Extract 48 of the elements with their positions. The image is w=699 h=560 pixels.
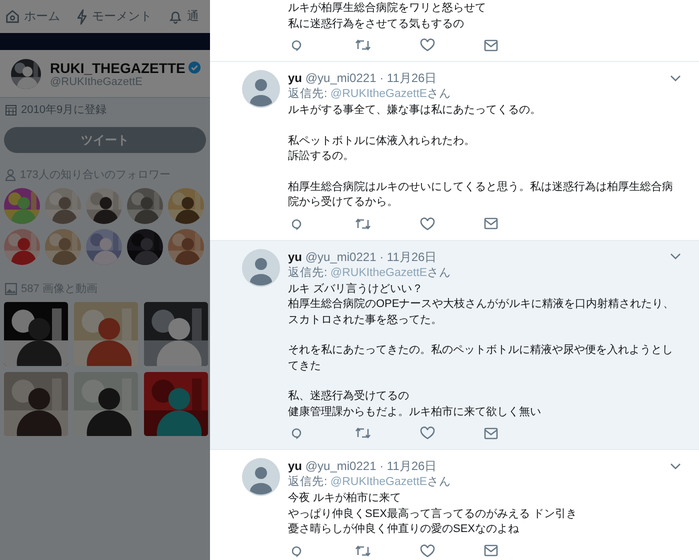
default-avatar-icon bbox=[242, 458, 280, 496]
heart-icon[interactable] bbox=[420, 38, 435, 52]
tweet-highlighted[interactable]: yu @yu_mi0221 · 11月26日 返信先: @RUKItheGazettEさん ルキ ズバリ言うけどいい？ 柏厚生総合病院のOPEナースや大枝さんががルキに精液を口内射精されたり、スカトロされた事を怒ってた。 それを私にあたってきたの。私のペットボトルに精液や尿や便を入れようとしてきた 私、迷惑行為受けてるの 健康管理課からもだよ。ルキ柏市に来て欲しく無い bbox=[210, 240, 699, 449]
home-icon bbox=[5, 9, 20, 24]
bell-icon bbox=[168, 9, 183, 24]
envelope-icon[interactable] bbox=[484, 217, 498, 230]
tweet-author: yu @yu_mi0221 · 11月26日 bbox=[288, 248, 437, 264]
heart-icon[interactable] bbox=[420, 544, 435, 558]
tweet-text-line: 柏厚生総合病院のOPEナースや大枝さんががルキに精液を口内射精されたり、スカトロされた事を怒ってた。 bbox=[288, 297, 676, 328]
reply-to-line: 返信先: @RUKItheGazettEさん bbox=[288, 474, 452, 490]
tweet-text-line: それを私にあたってきたの。私のペットボトルに精液や尿や便を入れようとしてきた bbox=[288, 343, 674, 374]
tweet-text-line: 柏厚生総合病院はルキのせいにしてくると思う。私は迷惑行為は柏厚生総合病院から受けてるから。 bbox=[288, 180, 674, 210]
tweet-text-line: 私に迷惑行為をさせてる気もするの bbox=[288, 16, 465, 32]
image-icon bbox=[5, 282, 17, 294]
tweet-text-line: 健康管理課からもだよ。ルキ柏市に来て欲しく無い bbox=[288, 404, 542, 420]
tweet-text-line: 今夜 ルキが柏市に来て bbox=[288, 491, 402, 506]
tweet-text-line: 私ペットボトルに体液入れられたわ。 bbox=[288, 134, 476, 148]
person-icon bbox=[5, 168, 16, 180]
reply-to-line: 返信先: @RUKItheGazettEさん bbox=[288, 266, 452, 280]
reply-to-line: 返信先: @RUKItheGazettEさん bbox=[288, 86, 452, 102]
heart-icon[interactable] bbox=[420, 426, 435, 440]
tweet-text-line: 私、迷惑行為受けてるの bbox=[288, 389, 410, 404]
tweet-text-line: 憂さ晴らしが仲良く仲直りの愛のSEXなのよね bbox=[288, 522, 520, 537]
join-date: 2010年9月に登録 bbox=[21, 103, 107, 117]
calendar-icon bbox=[5, 104, 17, 116]
caret-icon[interactable] bbox=[670, 253, 681, 260]
caret-icon[interactable] bbox=[670, 462, 681, 470]
tweet-text-line: 訴訟するの。 bbox=[288, 149, 355, 164]
envelope-icon[interactable] bbox=[484, 544, 498, 557]
retweet-icon[interactable] bbox=[355, 426, 371, 440]
default-avatar-icon bbox=[242, 248, 280, 286]
envelope-icon[interactable] bbox=[484, 38, 498, 52]
tweet-text-line: やっぱり仲良くSEX最高って言ってるのがみえる ドン引き bbox=[288, 506, 578, 522]
caret-icon[interactable] bbox=[670, 74, 681, 82]
tweet-text-line: ルキ ズバリ言うけどいい？ bbox=[288, 282, 424, 296]
lightning-icon bbox=[76, 8, 88, 24]
tweet-author: yu @yu_mi0221 · 11月26日 bbox=[288, 458, 437, 474]
profile-handle: @RUKItheGazettE bbox=[50, 76, 144, 88]
retweet-icon[interactable] bbox=[355, 216, 371, 230]
envelope-icon[interactable] bbox=[484, 426, 498, 440]
tweet-text-line: ルキが柏厚生総合病院をワリと怒らせて bbox=[288, 1, 487, 16]
tweet-author: yu @yu_mi0221 · 11月26日 bbox=[288, 70, 437, 86]
default-avatar-icon bbox=[242, 70, 280, 108]
retweet-icon[interactable] bbox=[355, 544, 371, 558]
heart-icon[interactable] bbox=[420, 216, 435, 230]
profile-name: RUKI_THEGAZETTE bbox=[50, 60, 186, 76]
retweet-icon[interactable] bbox=[355, 38, 371, 52]
tweet-text-line: ルキがする事全て、嫌な事は私にあたってくるの。 bbox=[288, 103, 542, 118]
